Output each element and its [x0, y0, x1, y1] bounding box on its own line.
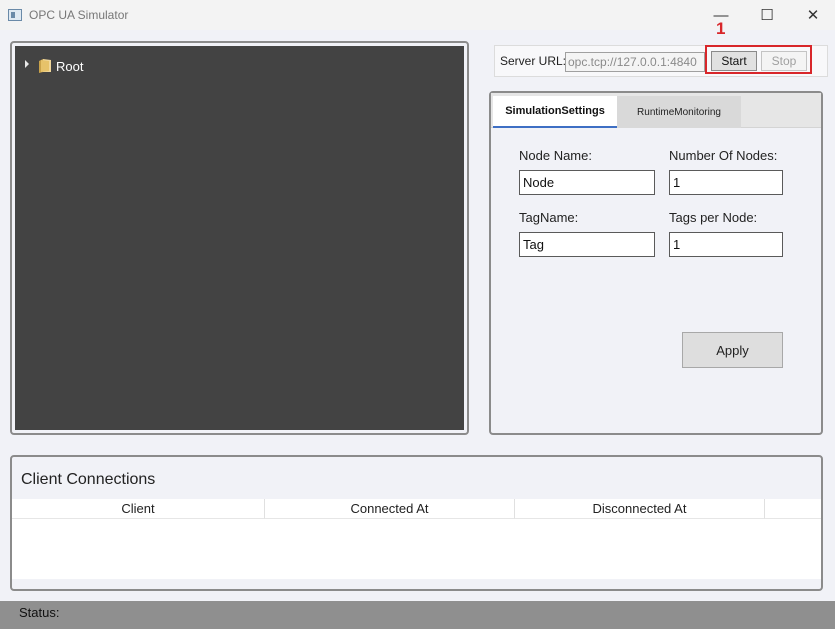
status-label: Status: [19, 605, 60, 620]
window-title: OPC UA Simulator [29, 8, 129, 22]
close-button[interactable]: ✕ [790, 0, 835, 30]
tree-item-root[interactable]: Root [25, 58, 83, 74]
client-connections-panel: Client Connections Client Connected At D… [10, 455, 823, 591]
annotation-number: 1 [716, 19, 726, 38]
tab-runtime-monitoring[interactable]: RuntimeMonitoring [617, 96, 741, 128]
node-name-label: Node Name: [519, 148, 592, 163]
title-bar: OPC UA Simulator — ☐ ✕ [0, 0, 835, 30]
maximize-button[interactable]: ☐ [744, 0, 790, 30]
status-bar: Status: [0, 601, 835, 629]
tag-name-label: TagName: [519, 210, 579, 225]
server-url-label: Server URL: [500, 54, 567, 68]
node-name-input[interactable] [519, 170, 655, 195]
column-header-connected-at[interactable]: Connected At [265, 499, 515, 519]
folder-icon [39, 59, 51, 73]
expand-arrow-icon[interactable] [25, 60, 29, 68]
node-tree: Root [15, 46, 464, 430]
column-header-filler [765, 499, 821, 519]
client-connections-title: Client Connections [21, 471, 156, 488]
tree-item-label: Root [56, 58, 84, 74]
number-of-nodes-input[interactable] [669, 170, 783, 195]
column-header-disconnected-at[interactable]: Disconnected At [515, 499, 765, 519]
tags-per-node-input[interactable] [669, 232, 783, 257]
annotation-highlight-box [705, 45, 812, 74]
number-of-nodes-label: Number Of Nodes: [669, 148, 778, 163]
tab-simulation-settings[interactable]: SimulationSettings [493, 96, 617, 128]
tag-name-input[interactable] [519, 232, 655, 257]
tree-panel: Root [10, 41, 469, 435]
column-header-client[interactable]: Client [12, 499, 265, 519]
client-connections-table: Client Connected At Disconnected At [12, 499, 821, 579]
tags-per-node-label: Tags per Node: [669, 210, 758, 225]
server-url-input[interactable] [565, 52, 705, 72]
tab-strip: SimulationSettings RuntimeMonitoring [491, 93, 821, 128]
settings-panel: SimulationSettings RuntimeMonitoring Nod… [489, 91, 823, 435]
app-icon [8, 9, 22, 21]
apply-button[interactable]: Apply [682, 332, 783, 368]
